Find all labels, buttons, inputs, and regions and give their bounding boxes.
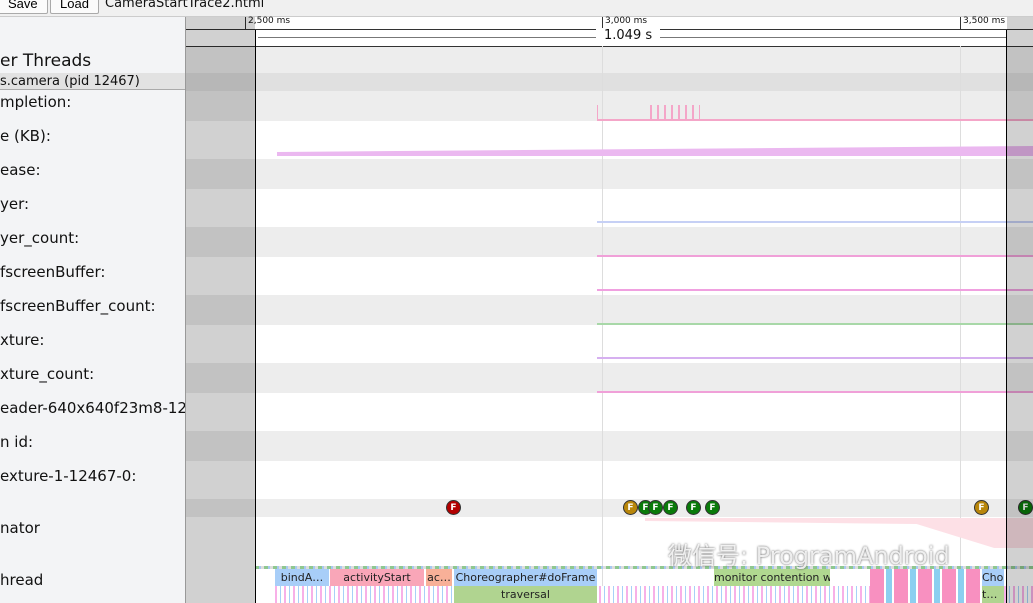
group-label: er Threads — [0, 51, 92, 71]
counter-line — [597, 119, 1033, 121]
thread-slice[interactable]: Cho — [982, 569, 1004, 586]
thread-slice[interactable]: traversal — [454, 586, 597, 603]
thread-slice[interactable]: monitor contention wi… — [714, 569, 830, 586]
ruler-tick: 3,500 ms — [960, 17, 1005, 30]
track-label: e (KB): — [0, 127, 51, 145]
counter-spike — [597, 105, 598, 119]
track-label: fscreenBuffer: — [0, 263, 106, 281]
track-label: hread — [0, 571, 44, 589]
track-row — [186, 295, 1033, 325]
track-label: yer: — [0, 195, 30, 213]
frame-marker[interactable]: F — [974, 500, 989, 515]
frame-marker[interactable]: F — [686, 500, 701, 515]
counter-line — [597, 255, 1033, 257]
track-label: nator — [0, 519, 40, 537]
counter-spikes — [650, 105, 700, 119]
frame-marker[interactable]: F — [648, 500, 663, 515]
thread-slice[interactable]: ac… — [426, 569, 452, 586]
frame-marker[interactable]: F — [663, 500, 678, 515]
track-row — [186, 431, 1033, 461]
track-row — [186, 159, 1033, 189]
track-label: fscreenBuffer_count: — [0, 297, 156, 315]
frame-marker[interactable]: F — [623, 500, 638, 515]
toolbar: Save Load CameraStartTrace2.html — [0, 0, 1033, 17]
track-row — [186, 47, 1033, 73]
track-row — [186, 73, 1033, 91]
counter-line — [597, 323, 1033, 325]
track-row — [186, 499, 1033, 517]
out-of-range-left — [186, 17, 255, 603]
watermark: 微信号: ProgramAndroid — [668, 542, 950, 570]
selection-duration: 1.049 s — [596, 28, 661, 43]
track-row — [186, 91, 1033, 121]
track-label: xture: — [0, 331, 45, 349]
selection-start-line[interactable] — [255, 30, 256, 603]
file-name: CameraStartTrace2.html — [105, 0, 265, 11]
out-of-range-right — [1007, 17, 1033, 603]
counter-line — [597, 391, 1033, 393]
track-label: yer_count: — [0, 229, 80, 247]
memory-area — [277, 146, 1033, 156]
thread-slices-dense — [870, 569, 980, 603]
track-label: mpletion: — [0, 93, 72, 111]
thread-slice[interactable]: bindA… — [275, 569, 329, 586]
frame-marker[interactable]: F — [705, 500, 720, 515]
thread-slice[interactable]: Choreographer#doFrame — [454, 569, 597, 586]
track-row — [186, 227, 1033, 257]
selection-end-line[interactable] — [1006, 30, 1007, 603]
process-header[interactable]: s.camera (pid 12467) — [0, 73, 185, 90]
track-label: ease: — [0, 161, 41, 179]
counter-line — [597, 221, 1033, 223]
track-label: xture_count: — [0, 365, 95, 383]
save-button[interactable]: Save — [0, 0, 48, 14]
track-label: n id: — [0, 433, 34, 451]
track-label: eader-640x640f23m8-12 — [0, 399, 186, 417]
track-label: exture-1-12467-0: — [0, 467, 137, 485]
counter-line — [597, 289, 1033, 291]
counter-line — [597, 357, 1033, 359]
thread-slice[interactable]: t… — [982, 586, 1004, 603]
load-button[interactable]: Load — [50, 0, 99, 14]
frame-marker[interactable]: F — [446, 500, 461, 515]
thread-slice[interactable]: activityStart — [330, 569, 424, 586]
track-row — [186, 363, 1033, 393]
track-label-sidebar: er Threads s.camera (pid 12467) mpletion… — [0, 17, 186, 603]
